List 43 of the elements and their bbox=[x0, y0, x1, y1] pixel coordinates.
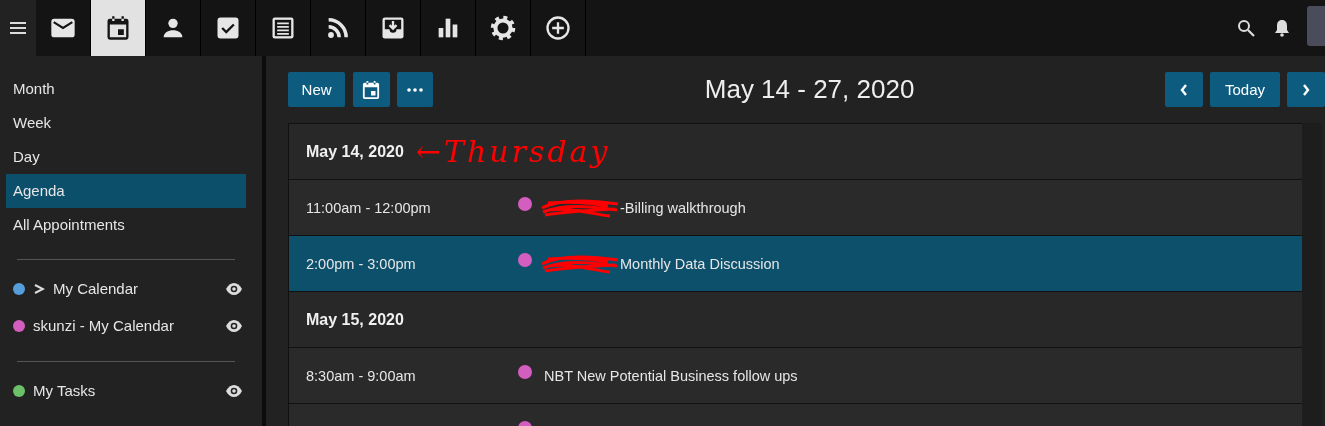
view-menu-item[interactable]: Day bbox=[6, 140, 246, 174]
eye-icon[interactable] bbox=[225, 318, 243, 333]
view-menu-item[interactable]: Month bbox=[6, 72, 246, 106]
event-time: 8:30am - 9:00am bbox=[306, 367, 417, 384]
view-menu-item[interactable]: All Appointments bbox=[6, 208, 246, 242]
plus-circle-icon bbox=[544, 14, 572, 42]
menu-button[interactable] bbox=[0, 0, 36, 56]
event-title: -Billing walkthrough bbox=[620, 199, 746, 216]
calendar-name[interactable]: My Tasks bbox=[33, 382, 96, 399]
view-menu-item[interactable]: Agenda bbox=[6, 174, 246, 208]
event-title: NBT New Potential Business follow ups bbox=[544, 367, 798, 384]
agenda-event-row[interactable]: 8:30am - 9:00am NBT New Potential Business follow ups bbox=[289, 348, 1302, 404]
event-title: Monthly Data Discussion bbox=[620, 255, 780, 272]
view-menu-item[interactable]: Week bbox=[6, 106, 246, 140]
new-button[interactable]: New bbox=[288, 72, 346, 107]
agenda-event-row[interactable]: 11:00am - 12:00pm -Billing walkthrough bbox=[289, 180, 1302, 236]
handwritten-annotation: ←Thursday bbox=[415, 134, 611, 169]
agenda-event-row[interactable]: 2:00pm - 3:00pm Monthly Data Discussion bbox=[289, 236, 1302, 292]
next-button[interactable] bbox=[1287, 72, 1325, 107]
previous-button[interactable] bbox=[1165, 72, 1203, 107]
avatar-tile[interactable] bbox=[1307, 6, 1325, 46]
bell-icon[interactable] bbox=[1274, 19, 1290, 37]
event-time: 2:00pm - 3:00pm bbox=[306, 255, 417, 272]
calendar-icon bbox=[362, 79, 381, 100]
chevron-left-icon bbox=[1180, 83, 1188, 96]
calendar-name[interactable]: My Calendar bbox=[53, 280, 139, 297]
eye-icon[interactable] bbox=[225, 383, 243, 398]
gear-icon bbox=[489, 14, 517, 42]
chevron-right-icon bbox=[1302, 83, 1310, 96]
calendar-name[interactable]: skunzi - My Calendar bbox=[33, 317, 174, 334]
ellipsis-icon bbox=[406, 87, 423, 92]
event-time: 11:00am - 12:00pm bbox=[306, 199, 432, 216]
scrollbar-track[interactable] bbox=[1302, 123, 1322, 426]
day-date: May 14, 2020 bbox=[306, 142, 404, 161]
today-button[interactable]: Today bbox=[1210, 72, 1280, 107]
date-range-title: May 14 - 27, 2020 bbox=[704, 74, 916, 105]
eye-icon[interactable] bbox=[225, 281, 243, 296]
more-button[interactable] bbox=[396, 72, 433, 107]
day-date: May 15, 2020 bbox=[306, 310, 404, 329]
nav-tab[interactable] bbox=[91, 0, 146, 56]
calendar-button[interactable] bbox=[353, 72, 390, 107]
menu-icon bbox=[10, 21, 26, 35]
search-icon[interactable] bbox=[1237, 19, 1255, 37]
